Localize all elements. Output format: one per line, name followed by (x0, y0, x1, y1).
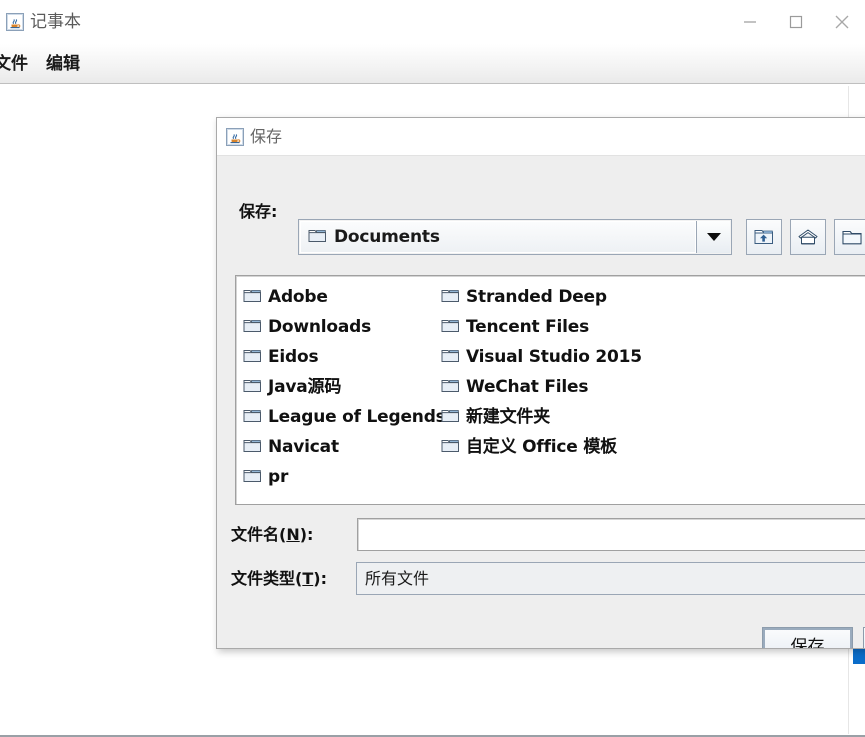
folder-icon (243, 377, 262, 398)
new-folder-icon (842, 230, 862, 245)
folder-icon (243, 437, 262, 458)
save-dialog-title: 保存 (250, 127, 283, 146)
screen: 记事本 文件 编辑 保存 保存: Documents Adobe Downloa… (0, 0, 865, 737)
list-item-label: Java源码 (268, 377, 342, 397)
list-item-label: League of Legends (268, 407, 446, 427)
file-type-combobox[interactable]: 所有文件 (356, 562, 865, 595)
save-in-value: Documents (334, 227, 440, 247)
list-item-label: Stranded Deep (466, 287, 607, 307)
list-item[interactable]: Stranded Deep (441, 282, 671, 312)
save-in-dropdown-button[interactable] (696, 221, 730, 253)
folder-icon (243, 347, 262, 368)
menu-item-file[interactable]: 文件 (0, 52, 28, 76)
save-dialog-titlebar[interactable]: 保存 (217, 118, 865, 156)
folder-icon (441, 317, 460, 338)
save-in-label: 保存: (239, 202, 278, 221)
save-dialog-body: 保存: Documents Adobe Downloads Eidos Java… (217, 157, 865, 649)
minimize-icon (744, 21, 756, 23)
save-button-label: 保存 (790, 636, 825, 649)
list-item[interactable]: Java源码 (243, 372, 443, 402)
folder-icon (243, 467, 262, 488)
list-item[interactable]: 新建文件夹 (441, 402, 671, 432)
java-cup-icon (6, 13, 24, 31)
list-item[interactable]: Visual Studio 2015 (441, 342, 671, 372)
list-item-label: pr (268, 467, 289, 487)
file-name-label-mnemonic: N (286, 525, 300, 544)
java-cup-icon (226, 128, 244, 146)
list-item[interactable]: League of Legends (243, 402, 446, 432)
list-item-label: Downloads (268, 317, 372, 337)
list-item-label: Eidos (268, 347, 319, 367)
save-in-combobox[interactable]: Documents (298, 219, 732, 255)
folder-icon (441, 407, 460, 428)
file-name-input[interactable] (357, 518, 865, 551)
home-button[interactable] (790, 219, 826, 255)
new-folder-button[interactable] (834, 219, 865, 255)
menu-item-edit[interactable]: 编辑 (46, 52, 80, 76)
list-item[interactable]: Tencent Files (441, 312, 671, 342)
list-item-label: WeChat Files (466, 377, 589, 397)
notepad-titlebar[interactable]: 记事本 (0, 0, 865, 44)
window-controls (727, 0, 865, 44)
list-item[interactable]: Downloads (243, 312, 443, 342)
chevron-down-icon (706, 233, 721, 241)
list-item[interactable]: 自定义 Office 模板 (441, 432, 671, 462)
close-button[interactable] (819, 0, 865, 44)
file-type-label-suffix: ): (313, 569, 327, 588)
file-name-label-suffix: ): (299, 525, 314, 544)
file-name-label-prefix: 文件名( (231, 525, 287, 544)
file-type-value: 所有文件 (365, 569, 430, 588)
save-button[interactable]: 保存 (762, 627, 853, 649)
list-item[interactable]: Eidos (243, 342, 443, 372)
list-item[interactable]: WeChat Files (441, 372, 671, 402)
maximize-button[interactable] (773, 0, 819, 44)
list-item[interactable]: pr (243, 462, 443, 492)
file-type-label-mnemonic: T (302, 569, 314, 588)
folder-icon (243, 317, 262, 338)
file-list[interactable]: Adobe Downloads Eidos Java源码 League of L… (235, 275, 865, 505)
maximize-icon (789, 15, 803, 29)
folder-icon (441, 287, 460, 308)
notepad-menubar: 文件 编辑 (0, 44, 865, 84)
save-in-combobox-display[interactable]: Documents (300, 221, 696, 253)
close-icon (835, 15, 849, 29)
notepad-title: 记事本 (30, 12, 81, 32)
home-icon (798, 229, 818, 245)
file-list-column-1: Adobe Downloads Eidos Java源码 League of L… (243, 282, 446, 492)
file-list-column-2: Stranded Deep Tencent Files Visual Studi… (441, 282, 671, 462)
folder-icon (308, 227, 327, 248)
file-name-label: 文件名(N): (231, 525, 313, 545)
list-item-label: 自定义 Office 模板 (466, 437, 617, 457)
list-item-label: 新建文件夹 (466, 407, 550, 427)
folder-icon (243, 287, 262, 308)
up-folder-icon (754, 230, 773, 244)
file-type-label-prefix: 文件类型( (231, 569, 303, 588)
up-folder-button[interactable] (746, 219, 782, 255)
list-item-label: Tencent Files (466, 317, 590, 337)
folder-icon (243, 407, 262, 428)
list-item-label: Navicat (268, 437, 339, 457)
save-dialog: 保存 保存: Documents Adobe Downloads Eidos J… (216, 117, 865, 649)
file-type-label: 文件类型(T): (231, 569, 327, 589)
list-item[interactable]: Navicat (243, 432, 443, 462)
folder-icon (441, 437, 460, 458)
list-item-label: Adobe (268, 287, 328, 307)
list-item[interactable]: Adobe (243, 282, 443, 312)
folder-icon (441, 347, 460, 368)
folder-icon (441, 377, 460, 398)
minimize-button[interactable] (727, 0, 773, 44)
list-item-label: Visual Studio 2015 (466, 347, 642, 367)
